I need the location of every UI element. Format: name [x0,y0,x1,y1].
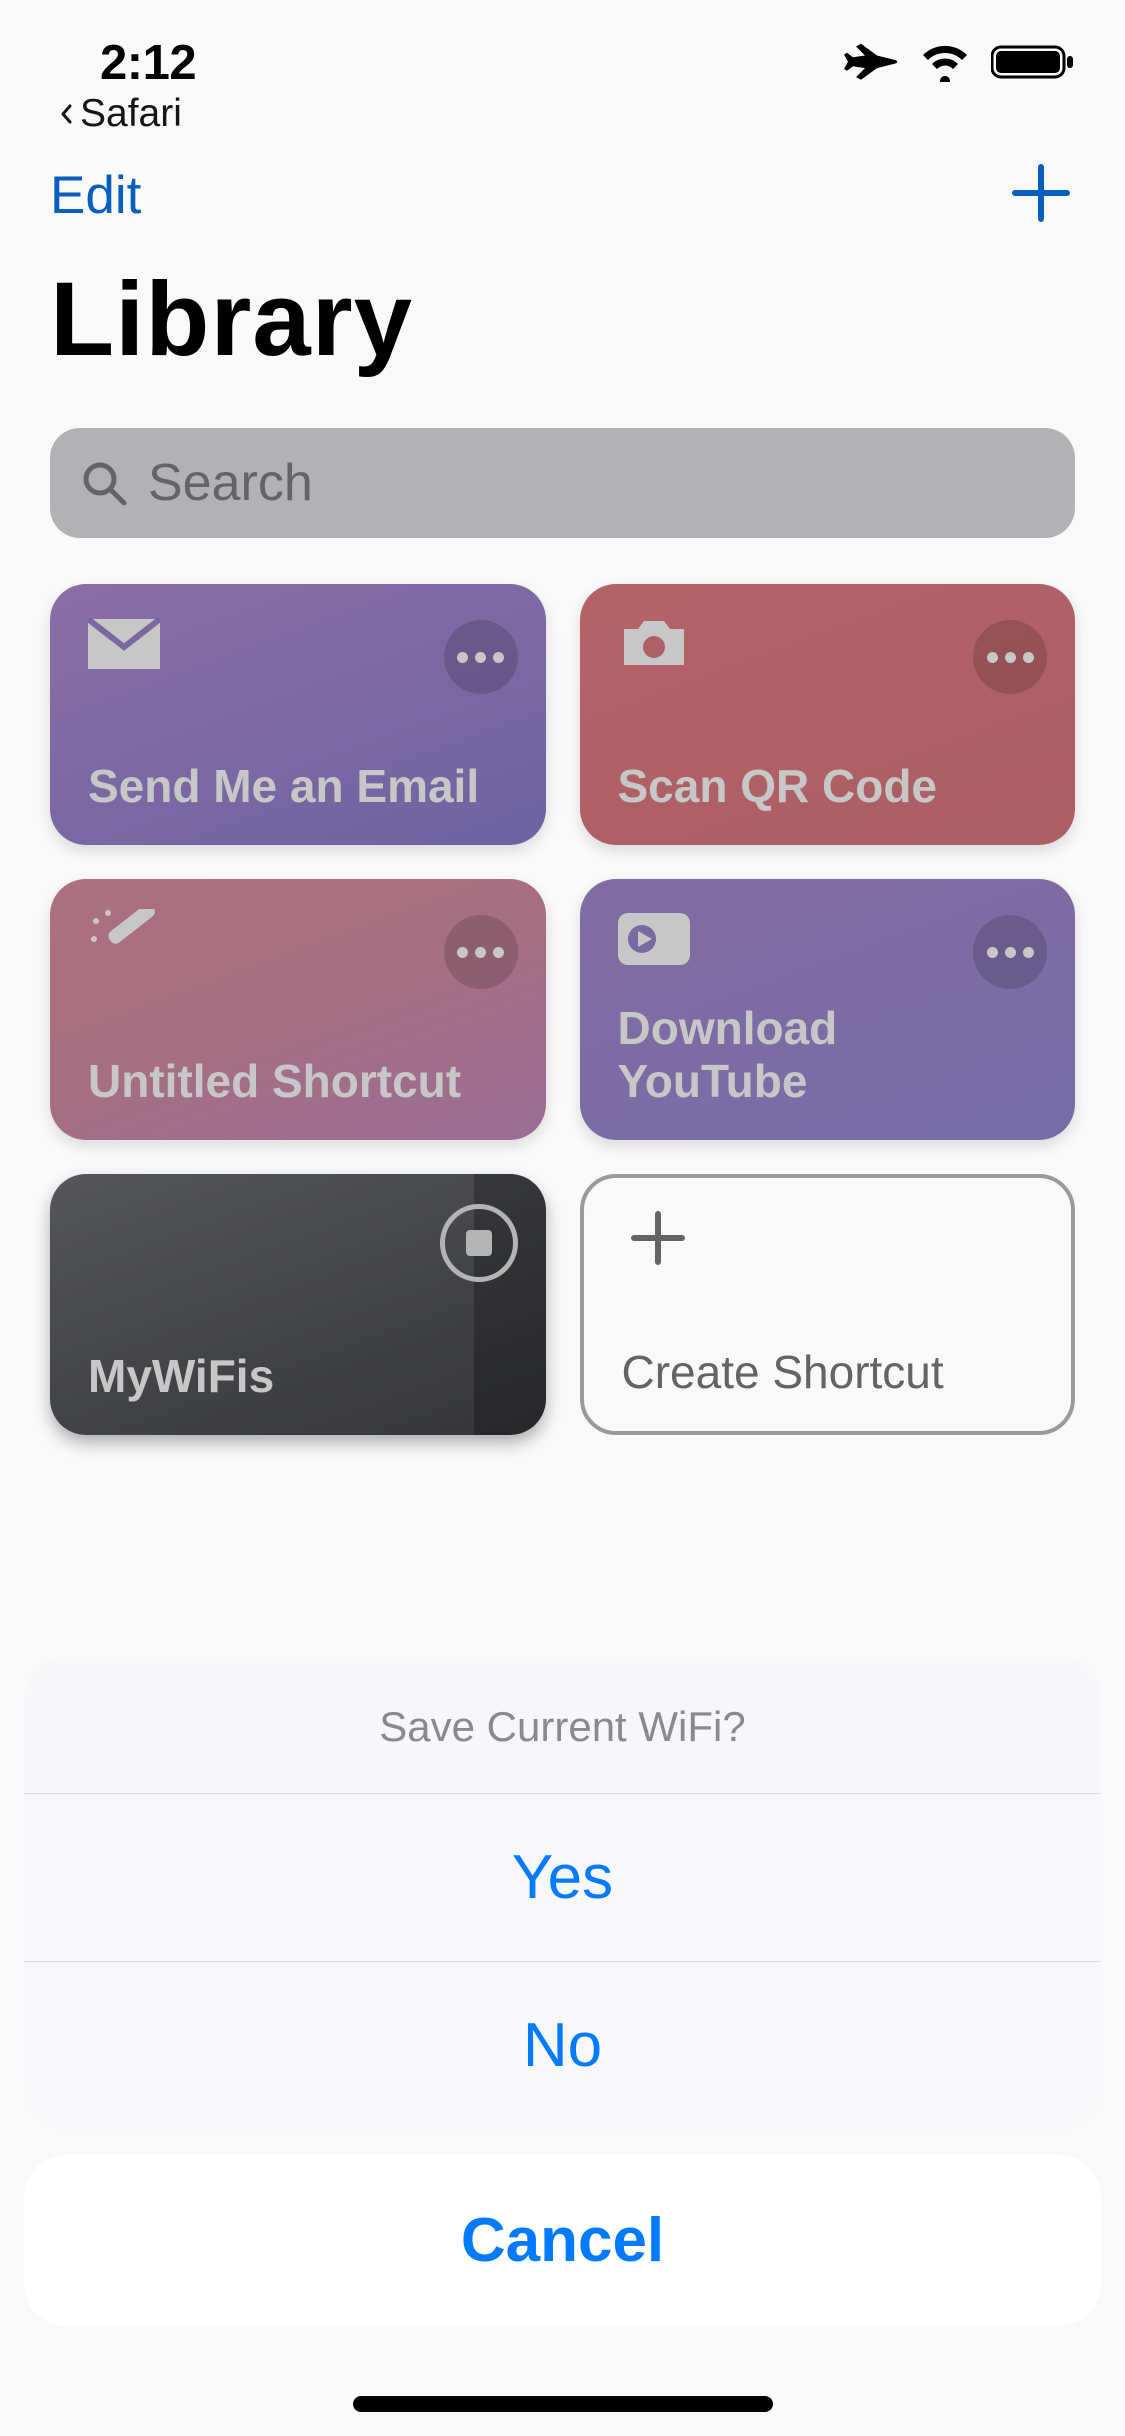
create-shortcut-tile[interactable]: Create Shortcut [580,1174,1076,1435]
breadcrumb-back[interactable]: Safari [56,92,182,136]
action-sheet: Save Current WiFi? Yes No Cancel [0,1657,1125,2436]
battery-icon [991,42,1075,82]
add-shortcut-button[interactable] [1007,159,1075,232]
action-cancel-button[interactable]: Cancel [24,2155,1101,2326]
tile-label: Download YouTube [618,1002,1038,1108]
plus-icon [622,1208,694,1268]
shortcut-tile-send-email[interactable]: Send Me an Email [50,584,546,845]
nav-bar: Edit [0,140,1125,230]
action-sheet-title: Save Current WiFi? [24,1657,1101,1794]
home-indicator[interactable] [353,2396,773,2412]
wifi-icon [919,42,971,82]
airplane-mode-icon [843,42,899,82]
status-right [843,42,1075,82]
plus-icon [1007,159,1075,227]
action-option-yes[interactable]: Yes [24,1794,1101,1961]
tile-label: MyWiFis [88,1350,508,1403]
tile-menu-button[interactable] [973,915,1047,989]
tile-menu-button[interactable] [444,915,518,989]
shortcut-tile-untitled[interactable]: Untitled Shortcut [50,879,546,1140]
chevron-left-icon [56,104,76,124]
tile-label: Create Shortcut [622,1346,1034,1399]
page-title: Library [0,230,1125,380]
search-placeholder: Search [148,453,313,513]
tile-menu-button[interactable] [973,620,1047,694]
shortcut-icon [88,1204,160,1264]
tile-label: Untitled Shortcut [88,1055,508,1108]
shortcut-tile-scan-qr[interactable]: Scan QR Code [580,584,1076,845]
action-option-no[interactable]: No [24,1961,1101,2129]
mail-icon [88,614,160,674]
shortcut-tile-mywifis[interactable]: MyWiFis [50,1174,546,1435]
camera-icon [618,614,690,674]
tile-label: Send Me an Email [88,760,508,813]
edit-button[interactable]: Edit [50,165,141,226]
breadcrumb-label: Safari [80,92,182,136]
shortcut-grid: Send Me an Email Scan QR Code Untitled S… [0,538,1125,1435]
action-sheet-group: Save Current WiFi? Yes No [24,1657,1101,2129]
shortcut-tile-download-youtube[interactable]: Download YouTube [580,879,1076,1140]
search-input[interactable]: Search [50,428,1075,538]
status-bar: 2:12 Safari [0,0,1125,140]
status-time: 2:12 [100,35,196,91]
search-icon [80,459,128,507]
wand-icon [88,909,160,969]
tile-label: Scan QR Code [618,760,1038,813]
video-icon [618,909,690,969]
tile-menu-button[interactable] [444,620,518,694]
stop-button[interactable] [440,1204,518,1282]
